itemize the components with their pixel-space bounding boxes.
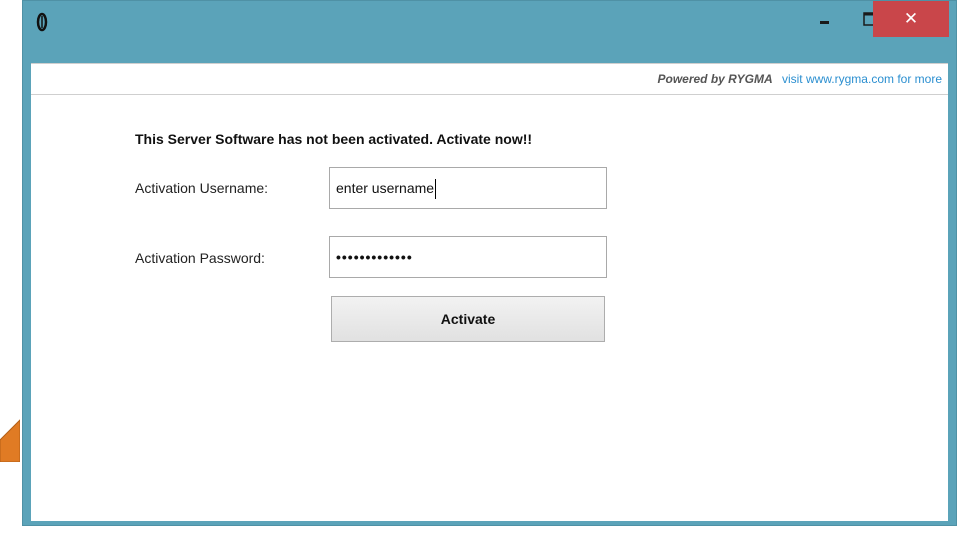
powered-by-text: Powered by RYGMA — [657, 72, 773, 86]
password-label: Activation Password: — [135, 250, 265, 266]
activate-button[interactable]: Activate — [331, 296, 605, 342]
client-area: Powered by RYGMA visit www.rygma.com for… — [31, 63, 948, 521]
powered-by-bar: Powered by RYGMA visit www.rygma.com for… — [31, 63, 948, 95]
username-label: Activation Username: — [135, 180, 269, 196]
app-icon — [36, 12, 48, 32]
visit-website-link[interactable]: visit www.rygma.com for more — [782, 72, 942, 86]
username-input[interactable]: enter username — [329, 167, 607, 209]
close-icon: ✕ — [903, 9, 919, 29]
close-button[interactable]: ✕ — [873, 1, 949, 37]
minimize-icon — [820, 21, 829, 24]
text-caret — [435, 179, 437, 200]
activation-notice: This Server Software has not been activa… — [135, 131, 533, 147]
app-window: ✕ Powered by RYGMA visit www.rygma.com f… — [22, 0, 957, 526]
password-value: ••••••••••••• — [336, 249, 413, 265]
title-bar[interactable]: ✕ — [23, 1, 956, 43]
orange-arrow-decoration — [0, 419, 20, 462]
password-input[interactable]: ••••••••••••• — [329, 236, 607, 278]
username-value: enter username — [336, 180, 435, 196]
minimize-button[interactable] — [803, 1, 847, 37]
